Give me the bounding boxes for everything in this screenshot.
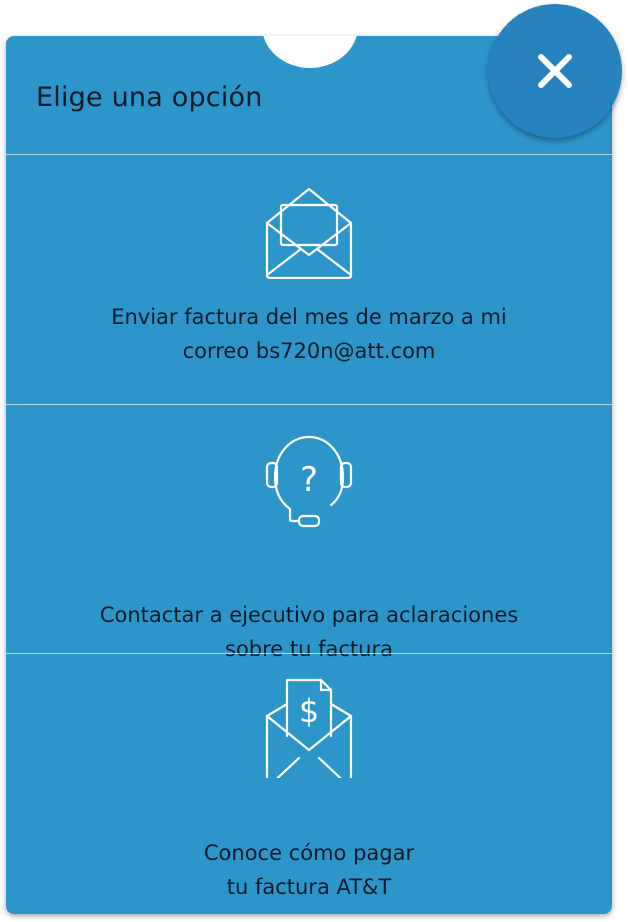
- svg-text:$: $: [299, 692, 319, 730]
- option-contact-executive-line1: Contactar a ejecutivo para aclaraciones: [99, 603, 519, 627]
- option-how-to-pay[interactable]: $ Conoce cómo pagar tu factura AT&T: [6, 654, 612, 914]
- option-email-invoice[interactable]: Enviar factura del mes de marzo a mi cor…: [6, 155, 612, 404]
- option-contact-executive[interactable]: ? Contactar a ejecutivo para aclaracione…: [6, 405, 612, 661]
- option-email-invoice-line2: correo bs720n@att.com: [182, 339, 436, 363]
- choose-option-dialog: Elige una opción Enviar factura del mes …: [0, 0, 628, 922]
- close-button[interactable]: [488, 4, 622, 138]
- envelope-bill-icon: $: [265, 678, 353, 778]
- dialog-title: Elige una opción: [36, 82, 263, 113]
- option-how-to-pay-line2: tu factura AT&T: [226, 875, 392, 899]
- close-icon: [538, 54, 572, 88]
- open-envelope-icon: [265, 187, 353, 279]
- option-how-to-pay-line1: Conoce cómo pagar: [203, 841, 415, 865]
- option-email-invoice-line1: Enviar factura del mes de marzo a mi: [111, 305, 507, 329]
- headset-question-icon: ?: [265, 435, 353, 528]
- options-panel: Elige una opción Enviar factura del mes …: [6, 36, 612, 914]
- svg-text:?: ?: [300, 460, 318, 500]
